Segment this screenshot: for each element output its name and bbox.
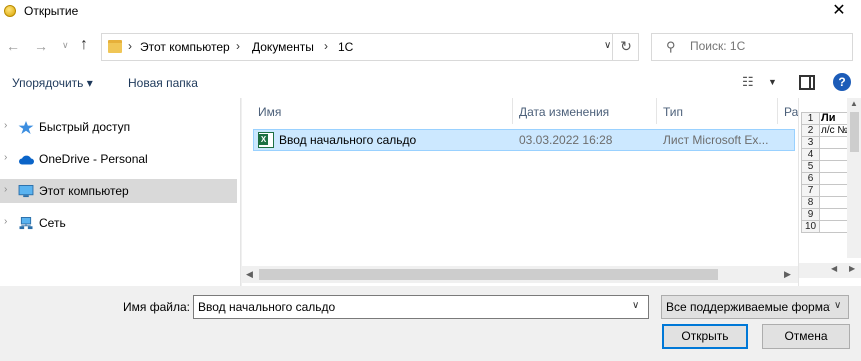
nav-item-label: Этот компьютер (39, 184, 129, 198)
filename-label: Имя файла: (123, 300, 190, 314)
network-icon (19, 217, 33, 230)
horizontal-scrollbar[interactable]: ◀ ▶ (242, 266, 798, 283)
nav-item-quick-access[interactable]: › Быстрый доступ (0, 115, 237, 139)
preview-cell: Ли (818, 112, 851, 125)
open-button[interactable]: Открыть (662, 324, 748, 349)
nav-item-network[interactable]: › Сеть (0, 211, 237, 235)
chevron-right-icon[interactable]: › (4, 152, 7, 163)
nav-item-label: Быстрый доступ (39, 120, 131, 134)
file-list: Имя ^ Дата изменения Тип Ра Ввод начальн… (242, 98, 798, 286)
row-number: 5 (801, 160, 820, 173)
column-header-label: Имя (258, 105, 282, 119)
close-button[interactable]: ✕ (817, 0, 861, 24)
nav-item-this-pc[interactable]: › Этот компьютер (0, 179, 237, 203)
forward-button[interactable]: → (34, 38, 48, 54)
file-name: Ввод начального сальдо (279, 133, 417, 147)
address-bar[interactable]: › Этот компьютер › Документы › 1С ∨ (101, 33, 639, 61)
row-number: 3 (801, 136, 820, 149)
breadcrumb-separator[interactable]: › (128, 39, 132, 53)
scrollbar-thumb[interactable] (850, 112, 859, 152)
scrollbar-thumb[interactable] (259, 269, 718, 280)
row-number: 9 (801, 208, 820, 221)
column-header-type[interactable]: Тип (657, 98, 778, 124)
breadcrumb-separator[interactable]: › (236, 39, 240, 53)
nav-item-onedrive[interactable]: › OneDrive - Personal (0, 147, 237, 171)
chevron-right-icon[interactable]: › (4, 184, 7, 195)
spreadsheet-preview: 1 Ли 2 л/с № 3 4 5 6 7 8 9 10 (801, 112, 851, 233)
search-box[interactable]: ⚲ (651, 33, 853, 61)
preview-horizontal-scrollbar[interactable]: ◀ ▶ (799, 263, 861, 278)
scroll-right-icon[interactable]: ▶ (784, 269, 791, 280)
pane-splitter[interactable] (240, 98, 241, 286)
nav-item-label: OneDrive - Personal (39, 152, 148, 166)
star-icon (18, 121, 34, 134)
breadcrumb-1c[interactable]: 1С (338, 40, 353, 54)
app-icon (4, 5, 16, 17)
column-header-label: Тип (663, 105, 684, 119)
column-header-size[interactable]: Ра (778, 98, 798, 124)
address-row: ← → ∨ ↑ › Этот компьютер › Документы › 1… (0, 24, 861, 68)
organize-button[interactable]: Упорядочить ▾ (12, 76, 93, 90)
new-folder-button[interactable]: Новая папка (128, 76, 198, 90)
file-modified: 03.03.2022 16:28 (519, 133, 613, 147)
preview-pane: 1 Ли 2 л/с № 3 4 5 6 7 8 9 10 ▲ ◀ ▶ (798, 98, 861, 286)
preview-cell: л/с № (818, 124, 851, 137)
chevron-down-icon[interactable]: ∨ (604, 40, 611, 51)
search-icon: ⚲ (666, 39, 676, 54)
column-header-name[interactable]: Имя (242, 98, 513, 124)
refresh-button[interactable]: ↻ (612, 33, 639, 61)
search-input[interactable] (690, 39, 840, 53)
scroll-up-icon[interactable]: ▲ (850, 99, 858, 108)
chevron-right-icon[interactable]: › (4, 216, 7, 227)
window-title: Открытие (24, 4, 79, 18)
up-button[interactable]: ↑ (80, 36, 88, 54)
scroll-left-icon[interactable]: ◀ (246, 269, 253, 280)
file-type: Лист Microsoft Ex... (663, 133, 769, 147)
chevron-down-icon[interactable]: ∨ (834, 300, 841, 311)
breadcrumb-this-pc[interactable]: Этот компьютер (140, 40, 230, 54)
column-header-date[interactable]: Дата изменения (513, 98, 657, 124)
preview-pane-button[interactable] (799, 75, 815, 90)
cancel-button[interactable]: Отмена (762, 324, 850, 349)
breadcrumb-separator[interactable]: › (324, 39, 328, 53)
sort-ascending-icon: ^ (380, 98, 384, 102)
recent-locations-button[interactable]: ∨ (62, 40, 69, 51)
row-number: 10 (801, 220, 820, 233)
row-number: 4 (801, 148, 820, 161)
scroll-left-icon[interactable]: ◀ (831, 264, 837, 273)
filename-input[interactable] (198, 300, 628, 314)
column-header-label: Дата изменения (519, 105, 610, 119)
excel-file-icon (258, 132, 274, 148)
nav-item-label: Сеть (39, 216, 66, 230)
file-row[interactable]: Ввод начального сальдо 03.03.2022 16:28 … (253, 129, 795, 151)
scroll-right-icon[interactable]: ▶ (849, 264, 855, 273)
row-number: 7 (801, 184, 820, 197)
filename-combobox[interactable]: ∨ (193, 295, 649, 319)
breadcrumb-documents[interactable]: Документы (252, 40, 314, 54)
row-number: 8 (801, 196, 820, 209)
row-number: 2 (801, 124, 820, 137)
cloud-icon (19, 155, 34, 165)
row-number: 6 (801, 172, 820, 185)
navigation-pane: › Быстрый доступ › OneDrive - Personal ›… (0, 98, 240, 286)
preview-vertical-scrollbar[interactable]: ▲ (847, 98, 861, 258)
chevron-down-icon[interactable]: ∨ (632, 300, 639, 311)
computer-icon (18, 185, 34, 198)
file-type-filter[interactable]: Все поддерживаемые формат ∨ (661, 295, 849, 319)
row-number: 1 (801, 112, 820, 125)
chevron-right-icon[interactable]: › (4, 120, 7, 131)
chevron-down-icon[interactable]: ▼ (768, 77, 777, 87)
command-bar: Упорядочить ▾ Новая папка ☷ ▼ ? (0, 68, 861, 98)
title-bar: Открытие ✕ (0, 0, 861, 24)
file-type-filter-value: Все поддерживаемые формат (666, 300, 830, 314)
view-options-icon[interactable]: ☷ (742, 74, 754, 90)
column-header-label: Ра (784, 105, 798, 119)
help-button[interactable]: ? (833, 73, 851, 91)
folder-icon (108, 40, 122, 53)
back-button[interactable]: ← (6, 38, 20, 54)
